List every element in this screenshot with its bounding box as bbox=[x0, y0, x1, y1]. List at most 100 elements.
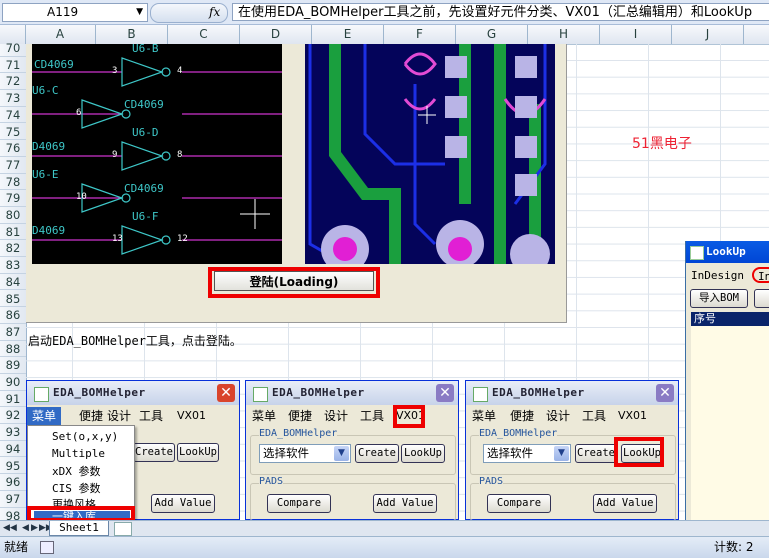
insert-sheet-icon[interactable] bbox=[114, 522, 132, 536]
chevron-down-icon[interactable]: ▼ bbox=[554, 446, 569, 461]
column-header-j[interactable]: J bbox=[672, 25, 744, 44]
compare-button[interactable]: Compare bbox=[487, 494, 551, 513]
menu-item[interactable]: 设计 bbox=[546, 407, 570, 425]
row-header-cell[interactable]: 96 bbox=[0, 474, 26, 491]
row-header-cell[interactable]: 89 bbox=[0, 357, 26, 374]
menu-option[interactable]: Set(o,x,y) bbox=[52, 430, 118, 443]
menu-item[interactable]: 设计 bbox=[107, 407, 131, 425]
formula-bar: A119 ▼ fx 在使用EDA_BOMHelper工具之前，先设置好元件分类、… bbox=[0, 0, 769, 25]
software-select[interactable]: 选择软件 ▼ bbox=[483, 444, 571, 463]
pcb-drawing bbox=[308, 44, 550, 264]
name-box[interactable]: A119 ▼ bbox=[2, 3, 148, 22]
window-title[interactable]: EDA_BOMHelper bbox=[246, 381, 458, 405]
row-header-cell[interactable]: 88 bbox=[0, 341, 26, 358]
menu-option[interactable]: xDX 参数 bbox=[52, 463, 101, 479]
row-header-cell[interactable]: 84 bbox=[0, 274, 26, 291]
menu-item[interactable]: 工具 bbox=[139, 407, 163, 425]
first-sheet-icon[interactable]: ◀◀ bbox=[3, 521, 17, 535]
row-header-cell[interactable]: 87 bbox=[0, 324, 26, 341]
add-value-button[interactable]: Add Value bbox=[373, 494, 437, 513]
compare-button[interactable]: Compare bbox=[267, 494, 331, 513]
sheet-tab-bar: ◀◀ ◀ ▶ ▶▶ Sheet1 bbox=[0, 520, 769, 536]
close-icon[interactable]: ✕ bbox=[436, 384, 454, 402]
chevron-down-icon[interactable]: ▼ bbox=[136, 4, 143, 21]
row-header-cell[interactable]: 73 bbox=[0, 90, 26, 107]
insert-function-button[interactable]: fx bbox=[150, 3, 228, 23]
menu-item[interactable]: 菜单 bbox=[27, 407, 61, 425]
column-header-e[interactable]: E bbox=[312, 25, 384, 44]
add-value-button[interactable]: Add Value bbox=[151, 494, 215, 513]
row-header-cell[interactable]: 86 bbox=[0, 307, 26, 324]
row-header-cell[interactable]: 70 bbox=[0, 40, 26, 57]
menu-item[interactable]: VX01 bbox=[618, 407, 647, 425]
window-title[interactable]: EDA_BOMHelper bbox=[466, 381, 678, 405]
macro-record-icon[interactable] bbox=[40, 541, 54, 554]
column-header-c[interactable]: C bbox=[168, 25, 240, 44]
row-header-cell[interactable]: 81 bbox=[0, 224, 26, 241]
row-header-cell[interactable]: 79 bbox=[0, 190, 26, 207]
row-header-cell[interactable]: 74 bbox=[0, 107, 26, 124]
app-icon bbox=[473, 387, 488, 402]
menu-item[interactable]: 菜单 bbox=[252, 407, 276, 425]
menu-option[interactable]: Multiple bbox=[52, 447, 105, 460]
lookup-button[interactable]: LookUp bbox=[401, 444, 445, 463]
row-header-cell[interactable]: 93 bbox=[0, 424, 26, 441]
create-button[interactable]: Create bbox=[575, 444, 617, 463]
menu-item[interactable]: 工具 bbox=[582, 407, 606, 425]
row-header-cell[interactable]: 92 bbox=[0, 407, 26, 425]
window-title[interactable]: EDA_BOMHelper bbox=[27, 381, 239, 405]
login-highlight-box bbox=[208, 267, 380, 298]
row-header-cell[interactable]: 76 bbox=[0, 140, 26, 157]
add-value-button[interactable]: Add Value bbox=[593, 494, 657, 513]
column-header-f[interactable]: F bbox=[384, 25, 456, 44]
row-header-cell[interactable]: 94 bbox=[0, 441, 26, 458]
lookup-button[interactable]: LookUp bbox=[177, 443, 219, 462]
row-header-cell[interactable]: 91 bbox=[0, 391, 26, 408]
menu-item[interactable]: 设计 bbox=[324, 407, 348, 425]
next-sheet-icon[interactable]: ▶ bbox=[31, 521, 38, 535]
row-header-cell[interactable]: 77 bbox=[0, 157, 26, 174]
sheet-tab[interactable]: Sheet1 bbox=[49, 521, 109, 536]
chevron-down-icon[interactable]: ▼ bbox=[334, 446, 349, 461]
create-button[interactable]: Create bbox=[355, 444, 399, 463]
lookup-table-body[interactable] bbox=[691, 326, 769, 521]
software-select[interactable]: 选择软件 ▼ bbox=[259, 444, 351, 463]
menu-option[interactable]: CIS 参数 bbox=[52, 480, 101, 496]
table-header: 序号 bbox=[691, 312, 769, 326]
column-header: A B C D E F G H I J bbox=[0, 25, 769, 45]
column-header-a[interactable]: A bbox=[25, 25, 96, 44]
close-icon[interactable]: ✕ bbox=[656, 384, 674, 402]
row-header-cell[interactable]: 78 bbox=[0, 174, 26, 191]
row-header-cell[interactable]: 80 bbox=[0, 207, 26, 224]
import-bom-button[interactable]: 导入BOM bbox=[690, 289, 748, 308]
menu-item[interactable]: 工具 bbox=[360, 407, 384, 425]
column-header-d[interactable]: D bbox=[240, 25, 312, 44]
prev-sheet-icon[interactable]: ◀ bbox=[22, 521, 29, 535]
row-header-cell[interactable]: 72 bbox=[0, 73, 26, 91]
menu-item[interactable]: 便捷 bbox=[288, 407, 312, 425]
column-header-g[interactable]: G bbox=[456, 25, 528, 44]
menu-item[interactable]: 菜单 bbox=[472, 407, 496, 425]
formula-input[interactable]: 在使用EDA_BOMHelper工具之前，先设置好元件分类、VX01（汇总编辑用… bbox=[232, 3, 769, 21]
create-button[interactable]: Create bbox=[133, 443, 175, 462]
column-header-h[interactable]: H bbox=[528, 25, 600, 44]
row-header-cell[interactable]: 90 bbox=[0, 374, 26, 391]
menu-item[interactable]: VX01 bbox=[177, 407, 206, 425]
close-icon[interactable]: ✕ bbox=[217, 384, 235, 402]
tab-in-highlighted[interactable]: In bbox=[752, 267, 769, 283]
toolbar-button-partial[interactable] bbox=[754, 289, 769, 308]
row-header-cell[interactable]: 97 bbox=[0, 491, 26, 508]
menu-item[interactable]: 便捷 bbox=[79, 407, 103, 425]
row-header-cell[interactable]: 75 bbox=[0, 124, 26, 141]
column-header-i[interactable]: I bbox=[600, 25, 672, 44]
row-header-cell[interactable]: 71 bbox=[0, 57, 26, 74]
row-header-cell[interactable]: 95 bbox=[0, 458, 26, 475]
bomhelper-window-lookup: EDA_BOMHelper ✕ 菜单 便捷 设计 工具 VX01 EDA_BOM… bbox=[465, 380, 679, 521]
row-header-cell[interactable]: 82 bbox=[0, 240, 26, 258]
row-header-cell[interactable]: 83 bbox=[0, 257, 26, 274]
row-header-cell[interactable]: 85 bbox=[0, 291, 26, 308]
status-bar: 就绪 计数: 2 bbox=[0, 536, 769, 558]
column-header-b[interactable]: B bbox=[96, 25, 168, 44]
menu-item[interactable]: 便捷 bbox=[510, 407, 534, 425]
tab-indesign[interactable]: InDesign bbox=[691, 269, 744, 282]
